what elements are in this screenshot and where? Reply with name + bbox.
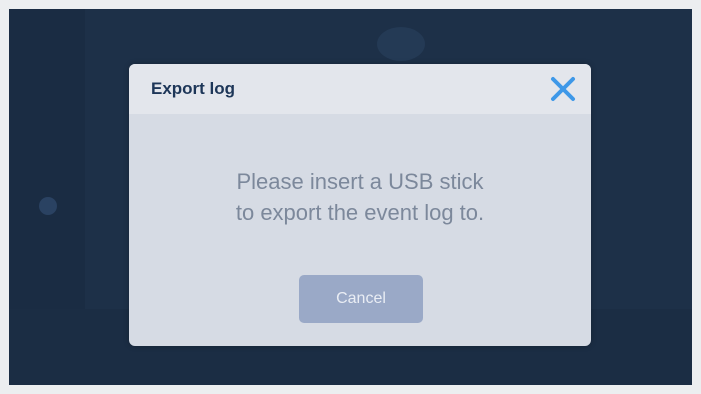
close-button[interactable] xyxy=(547,73,579,105)
dialog-header: Export log xyxy=(129,64,591,114)
dialog-message: Please insert a USB stick to export the … xyxy=(129,166,591,228)
export-log-dialog: Export log Please insert a USB stick to … xyxy=(129,64,591,346)
dialog-message-line-2: to export the event log to. xyxy=(235,200,485,225)
device-bezel: Export log Please insert a USB stick to … xyxy=(0,0,701,394)
dialog-message-line-1: Please insert a USB stick xyxy=(236,169,484,194)
close-icon xyxy=(551,77,575,101)
cancel-button[interactable]: Cancel xyxy=(299,275,423,323)
background-indicator xyxy=(39,197,57,215)
dialog-title: Export log xyxy=(151,79,236,98)
background-icon xyxy=(377,27,425,61)
device-screen: Export log Please insert a USB stick to … xyxy=(9,9,692,385)
